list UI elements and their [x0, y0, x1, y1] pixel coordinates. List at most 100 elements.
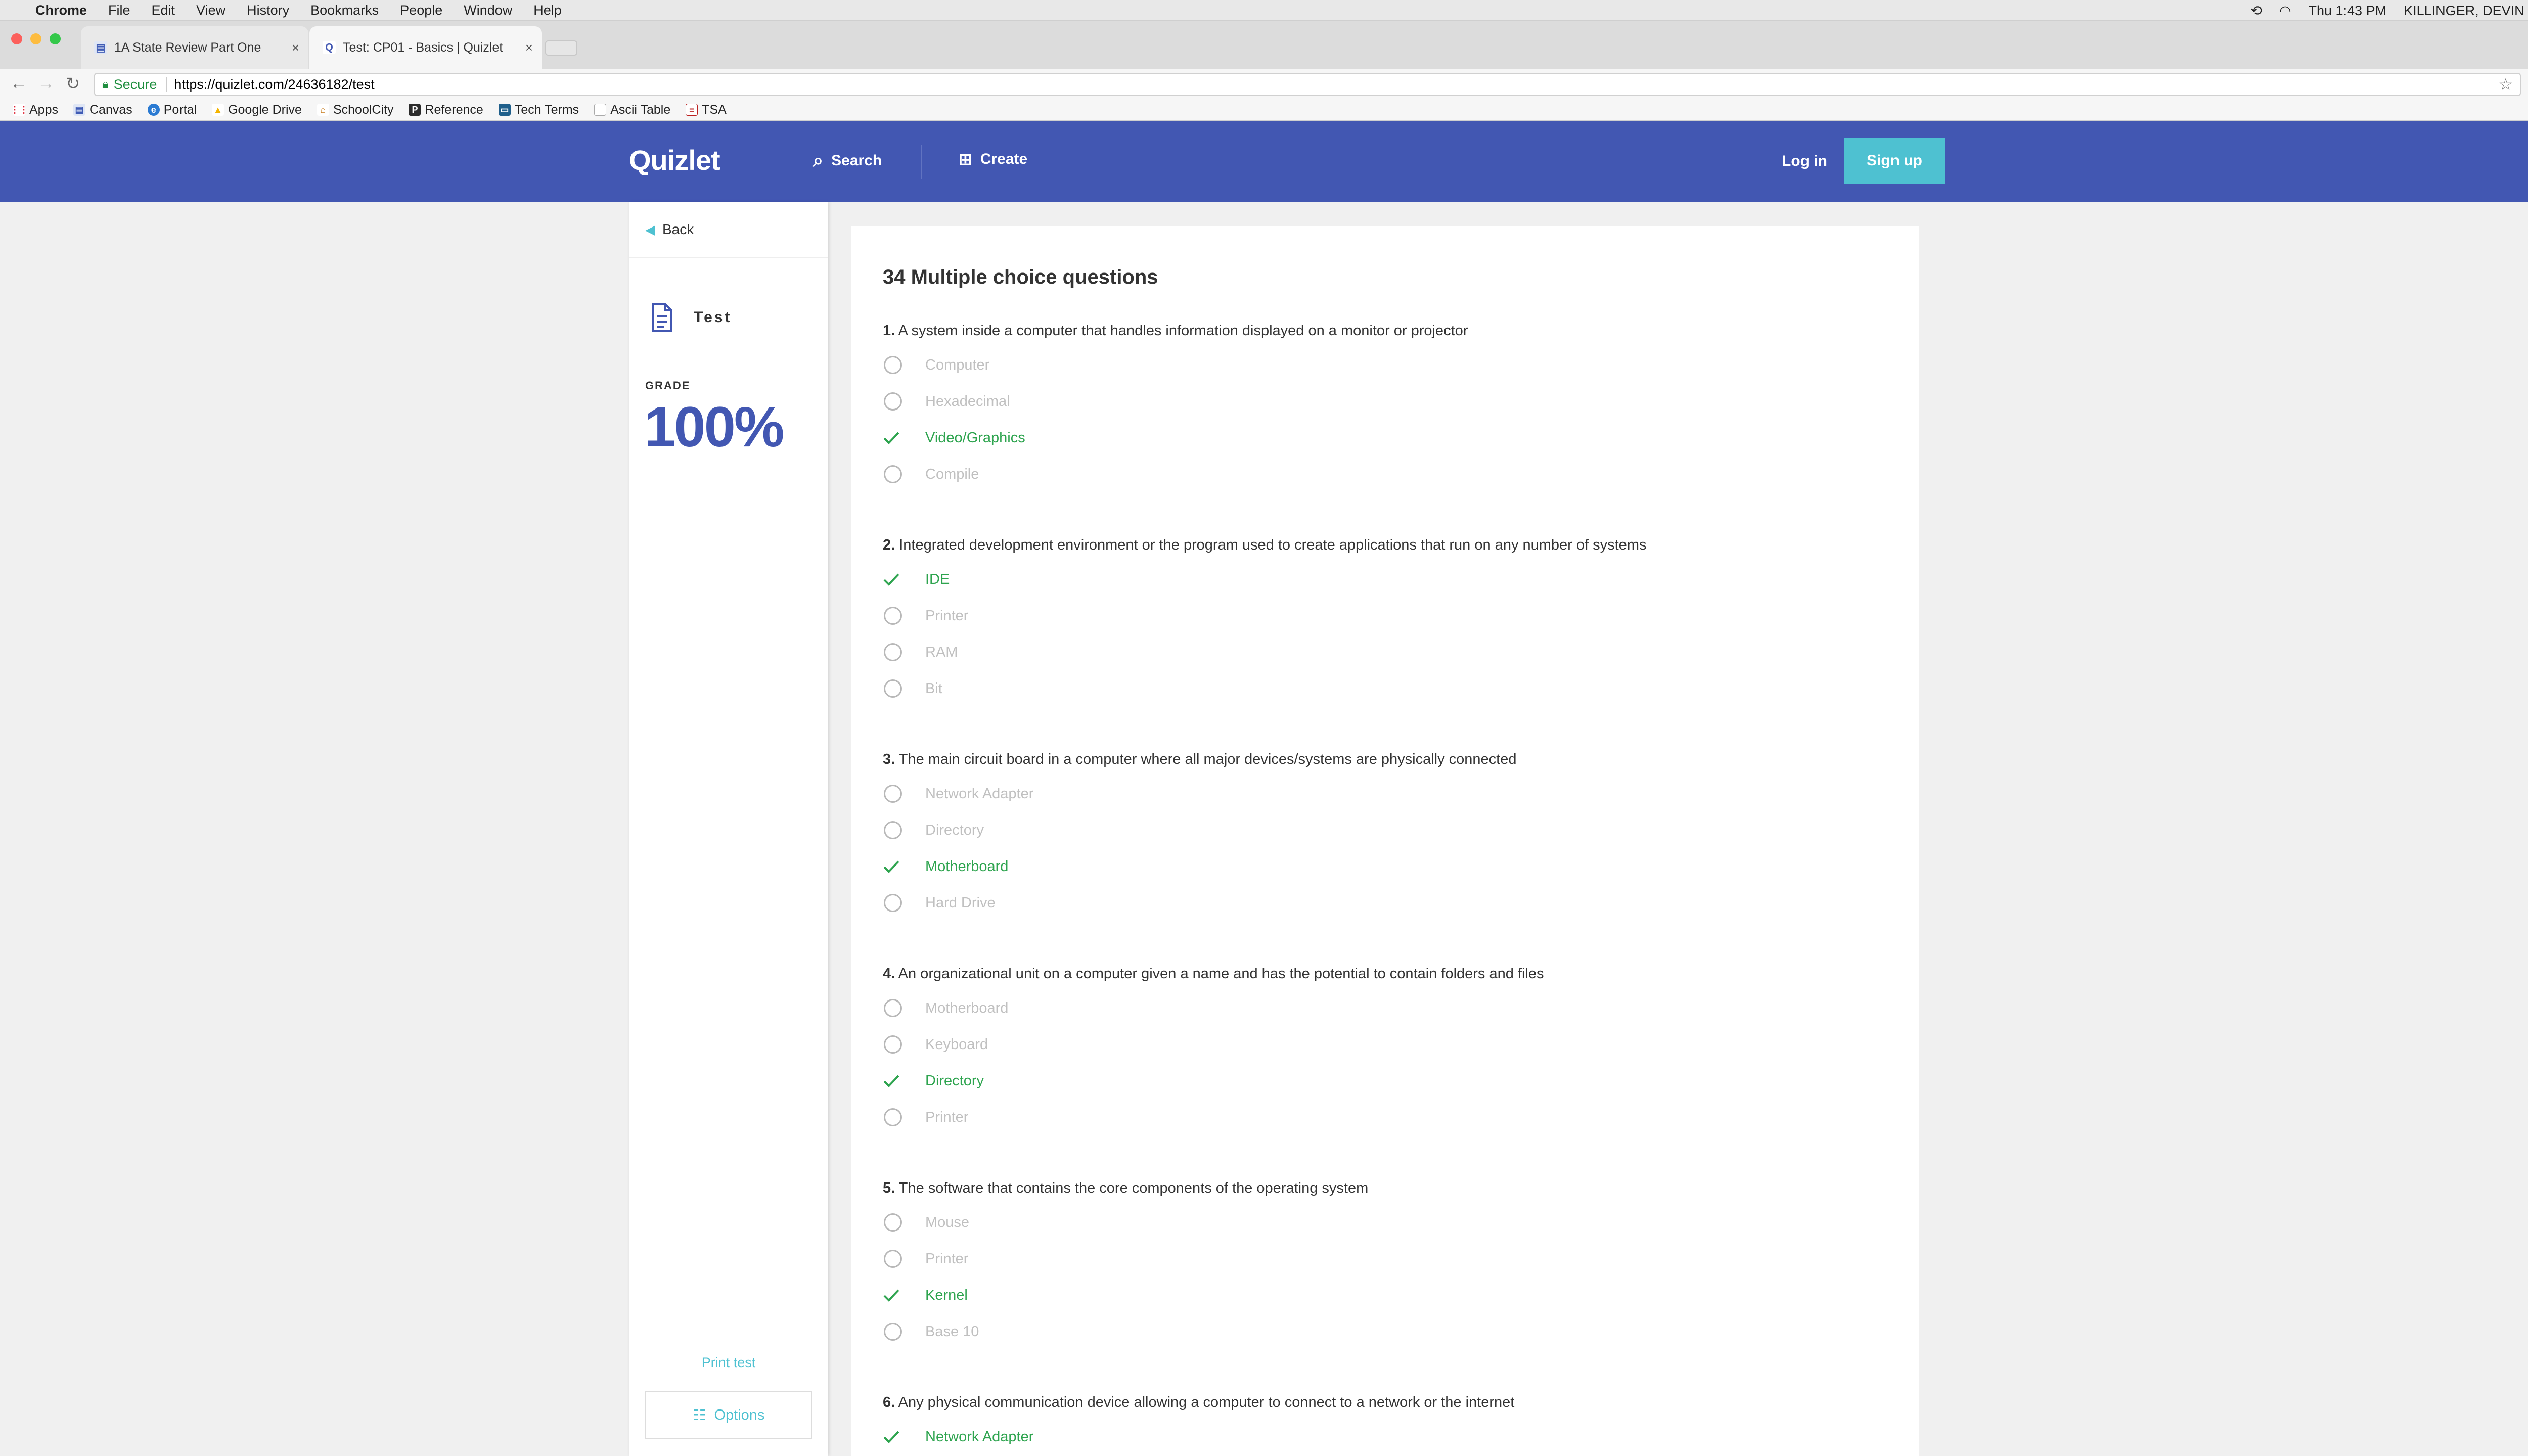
- question-prompt: A system inside a computer that handles …: [898, 323, 1468, 339]
- bookmark-label: Canvas: [89, 102, 132, 117]
- menu-people[interactable]: People: [400, 3, 442, 18]
- answer-option-correct[interactable]: Video/Graphics: [883, 420, 1894, 456]
- answer-option[interactable]: Directory: [883, 812, 1894, 848]
- radio-button[interactable]: [884, 643, 902, 661]
- window-zoom-button[interactable]: [50, 33, 61, 44]
- answer-option[interactable]: Hard Drive: [883, 885, 1894, 921]
- print-test-link[interactable]: Print test: [629, 1355, 828, 1371]
- answer-option[interactable]: RAM: [883, 634, 1894, 670]
- answer-option[interactable]: Keyboard: [883, 1026, 1894, 1063]
- radio-button[interactable]: [884, 356, 902, 374]
- login-link[interactable]: Log in: [1782, 153, 1827, 170]
- answer-label: Hexadecimal: [925, 393, 1010, 410]
- signup-button[interactable]: Sign up: [1844, 138, 1945, 184]
- radio-button[interactable]: [884, 607, 902, 625]
- answer-option-correct[interactable]: Kernel: [883, 1277, 1894, 1313]
- time-machine-icon[interactable]: ⟲: [2250, 3, 2262, 19]
- bookmark-apps[interactable]: ⋮⋮ Apps: [10, 103, 58, 117]
- tech-terms-icon: ▭: [498, 104, 511, 116]
- menu-clock[interactable]: Thu 1:43 PM: [2309, 3, 2387, 19]
- radio-button[interactable]: [884, 894, 902, 912]
- answer-label: Computer: [925, 356, 990, 373]
- answer-label: Hard Drive: [925, 894, 996, 911]
- reload-icon[interactable]: ↻: [66, 74, 80, 94]
- window-close-button[interactable]: [11, 33, 22, 44]
- menu-bookmarks[interactable]: Bookmarks: [310, 3, 379, 18]
- radio-button[interactable]: [884, 1108, 902, 1126]
- answer-option[interactable]: Printer: [883, 1099, 1894, 1135]
- address-url[interactable]: https://quizlet.com/24636182/test: [174, 77, 374, 93]
- menu-app-name[interactable]: Chrome: [35, 3, 87, 18]
- answer-option-correct[interactable]: Directory: [883, 1063, 1894, 1099]
- document-icon: [652, 303, 672, 332]
- bookmark-schoolcity[interactable]: ⌂ SchoolCity: [317, 102, 394, 117]
- menu-file[interactable]: File: [108, 3, 130, 18]
- answer-option[interactable]: Printer: [883, 1241, 1894, 1277]
- wifi-icon[interactable]: ◠: [2279, 3, 2291, 19]
- options-button[interactable]: ☷ Options: [645, 1391, 812, 1439]
- new-tab-button[interactable]: [545, 40, 577, 56]
- close-tab-icon[interactable]: ×: [292, 40, 299, 56]
- bookmark-label: SchoolCity: [333, 102, 394, 117]
- back-arrow-icon[interactable]: ←: [10, 74, 27, 94]
- menu-view[interactable]: View: [196, 3, 225, 18]
- tab-quizlet-test[interactable]: Q Test: CP01 - Basics | Quizlet ×: [309, 26, 542, 69]
- forward-arrow-icon[interactable]: →: [37, 74, 55, 94]
- quizlet-logo[interactable]: Quizlet: [629, 144, 720, 176]
- checkmark-icon: [883, 429, 903, 447]
- tab-state-review[interactable]: ▤ 1A State Review Part One ×: [81, 26, 308, 69]
- bookmark-tsa[interactable]: ≡ TSA: [686, 103, 727, 117]
- questions-heading: 34 Multiple choice questions: [883, 266, 1158, 288]
- radio-button[interactable]: [884, 679, 902, 698]
- options-label: Options: [714, 1406, 765, 1423]
- search-nav[interactable]: ⌕ Search: [813, 150, 882, 171]
- radio-button[interactable]: [884, 1035, 902, 1054]
- radio-button[interactable]: [884, 999, 902, 1017]
- bookmark-reference[interactable]: P Reference: [409, 103, 483, 117]
- answer-option[interactable]: Mouse: [883, 1204, 1894, 1241]
- radio-button[interactable]: [884, 1213, 902, 1232]
- answer-option-correct[interactable]: Motherboard: [883, 848, 1894, 885]
- answer-option[interactable]: Compile: [883, 456, 1894, 492]
- radio-button[interactable]: [884, 1323, 902, 1341]
- search-label: Search: [831, 152, 882, 169]
- mac-menu-bar: Chrome File Edit View History Bookmarks …: [0, 0, 2528, 21]
- answer-option[interactable]: Bit: [883, 670, 1894, 707]
- answer-option-correct[interactable]: Network Adapter: [883, 1419, 1894, 1455]
- menu-user[interactable]: KILLINGER, DEVIN: [2404, 3, 2524, 19]
- radio-button[interactable]: [884, 392, 902, 411]
- radio-button[interactable]: [884, 1250, 902, 1268]
- grade-label: GRADE: [645, 379, 691, 392]
- quizlet-header: Quizlet ⌕ Search ⊞ Create Log in Sign up: [0, 121, 2528, 202]
- apps-grid-icon: ⋮⋮: [10, 104, 28, 116]
- bookmark-tech-terms[interactable]: ▭ Tech Terms: [498, 103, 579, 117]
- close-tab-icon[interactable]: ×: [525, 40, 533, 56]
- answer-option[interactable]: Hexadecimal: [883, 383, 1894, 420]
- create-nav[interactable]: ⊞ Create: [959, 150, 1027, 169]
- answer-option[interactable]: Base 10: [883, 1313, 1894, 1350]
- answer-option-correct[interactable]: IDE: [883, 561, 1894, 598]
- bookmark-google-drive[interactable]: ▲ Google Drive: [212, 103, 302, 117]
- answer-option[interactable]: Computer: [883, 347, 1894, 383]
- bookmark-canvas[interactable]: ▤ Canvas: [73, 103, 132, 117]
- quizlet-favicon-icon: Q: [323, 41, 336, 54]
- menu-edit[interactable]: Edit: [152, 3, 175, 18]
- radio-button[interactable]: [884, 465, 902, 483]
- radio-button[interactable]: [884, 821, 902, 839]
- answer-option[interactable]: Network Adapter: [883, 776, 1894, 812]
- menu-help[interactable]: Help: [533, 3, 562, 18]
- bookmark-star-icon[interactable]: ☆: [2498, 75, 2513, 94]
- answer-label: Keyboard: [925, 1036, 988, 1053]
- menu-history[interactable]: History: [247, 3, 289, 18]
- bookmark-ascii-table[interactable]: Ascii Table: [594, 103, 670, 117]
- question-block: 4. An organizational unit on a computer …: [883, 966, 1894, 1135]
- back-button[interactable]: ◀ Back: [645, 221, 694, 238]
- answer-option[interactable]: Printer: [883, 598, 1894, 634]
- answer-option[interactable]: Motherboard: [883, 990, 1894, 1026]
- menu-window[interactable]: Window: [464, 3, 512, 18]
- bookmark-portal[interactable]: e Portal: [147, 103, 197, 117]
- radio-button[interactable]: [884, 785, 902, 803]
- window-minimize-button[interactable]: [30, 33, 41, 44]
- test-sidebar: ◀ Back Test GRADE 100% Print test ☷ Opti…: [629, 202, 828, 1456]
- address-bar[interactable]: 🔒︎ Secure https://quizlet.com/24636182/t…: [94, 73, 2521, 96]
